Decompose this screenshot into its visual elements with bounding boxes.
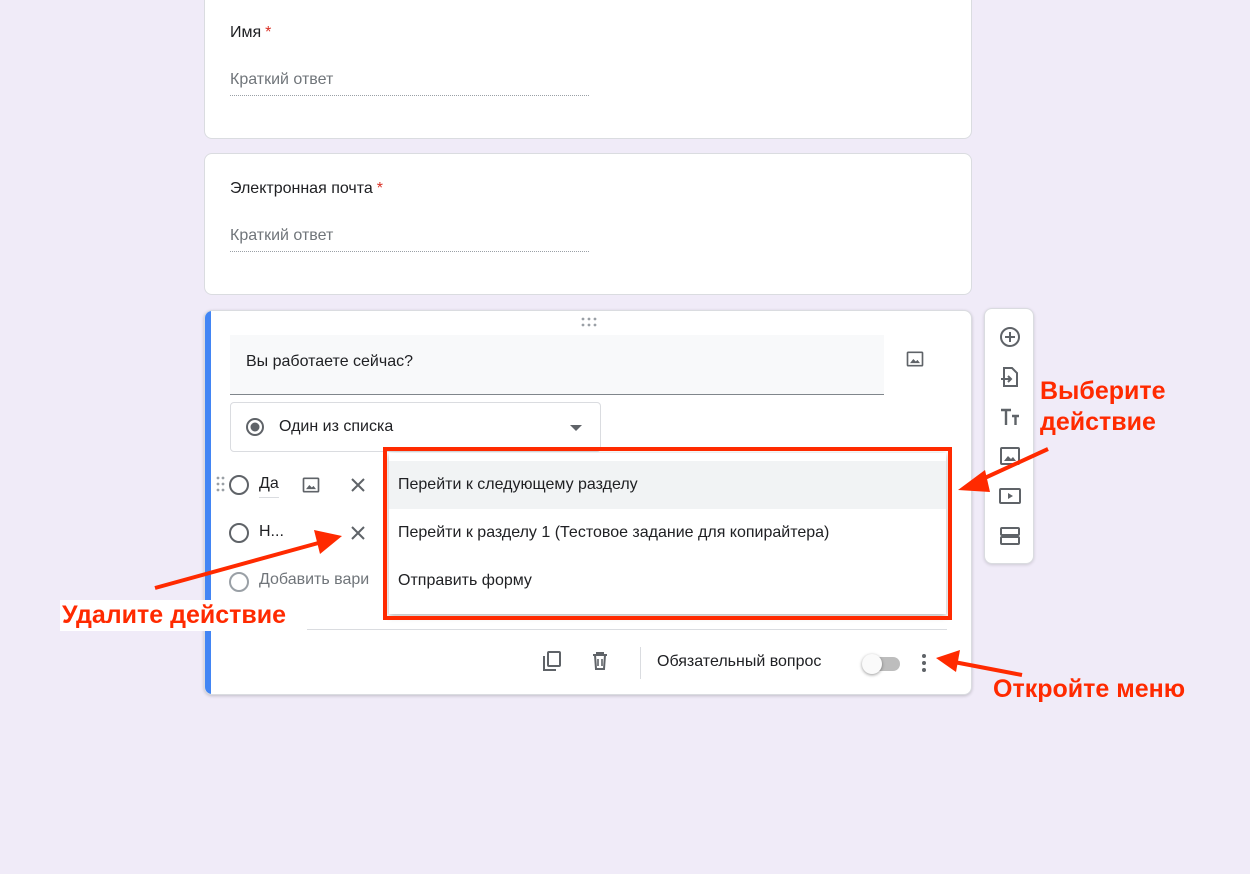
required-label: Обязательный вопрос — [657, 653, 822, 670]
annotation-choose-action: Выберите действие — [1040, 377, 1166, 436]
add-option-button[interactable]: Добавить вари — [259, 571, 369, 589]
short-answer-placeholder: Краткий ответ — [230, 227, 589, 252]
add-image-button[interactable] — [903, 347, 927, 371]
drag-handle-icon[interactable] — [581, 317, 597, 327]
footer-vertical-divider — [640, 647, 641, 679]
option-label[interactable]: Да — [259, 475, 279, 498]
import-questions-icon[interactable] — [998, 365, 1022, 389]
option-radio — [229, 572, 249, 592]
radio-checked-icon — [246, 418, 264, 436]
add-title-icon[interactable] — [998, 405, 1022, 429]
question-title-text: Имя — [230, 24, 262, 41]
add-question-icon[interactable] — [998, 325, 1022, 349]
option-radio — [229, 475, 249, 495]
required-mark: * — [376, 180, 384, 197]
footer-divider-line — [307, 629, 947, 630]
question-title-text: Электронная почта — [230, 180, 373, 197]
question-card-name[interactable]: Имя * Краткий ответ — [204, 0, 972, 139]
option-radio — [229, 523, 249, 543]
option-drag-handle-icon[interactable] — [216, 476, 226, 492]
question-title-input[interactable]: Вы работаете сейчас? — [230, 335, 884, 395]
side-toolbar — [984, 308, 1034, 564]
add-video-icon[interactable] — [998, 484, 1022, 508]
short-answer-placeholder: Краткий ответ — [230, 71, 589, 96]
annotation-open-menu: Откройте меню — [993, 675, 1186, 703]
add-image-icon[interactable] — [998, 444, 1022, 468]
image-icon — [906, 351, 924, 367]
more-vert-icon[interactable] — [918, 651, 930, 675]
trash-icon[interactable] — [588, 649, 612, 673]
active-accent-bar — [205, 311, 211, 694]
question-title-name: Имя * — [230, 24, 271, 42]
question-type-label: Один из списка — [279, 418, 394, 435]
option-add-image-button[interactable] — [299, 473, 323, 497]
menu-item-submit-form[interactable]: Отправить форму — [389, 557, 946, 605]
remove-option-icon[interactable] — [349, 476, 367, 494]
add-section-icon[interactable] — [998, 524, 1022, 548]
required-toggle[interactable] — [862, 653, 902, 674]
chevron-down-icon — [570, 425, 582, 431]
copy-icon[interactable] — [540, 649, 564, 673]
section-navigation-menu: Перейти к следующему разделу Перейти к р… — [389, 453, 946, 614]
question-title-email: Электронная почта * — [230, 180, 383, 198]
option-label[interactable]: Н... — [259, 523, 284, 541]
question-card-email[interactable]: Электронная почта * Краткий ответ — [204, 153, 972, 295]
toggle-knob — [862, 654, 882, 674]
question-type-select[interactable]: Один из списка — [230, 402, 601, 452]
required-mark: * — [265, 24, 272, 41]
menu-item-next-section[interactable]: Перейти к следующему разделу — [389, 461, 946, 509]
annotation-delete-action: Удалите действие — [60, 600, 289, 631]
remove-option-icon[interactable] — [349, 524, 367, 542]
image-icon — [302, 477, 320, 493]
menu-item-go-to-section-1[interactable]: Перейти к разделу 1 (Тестовое задание дл… — [389, 509, 946, 557]
